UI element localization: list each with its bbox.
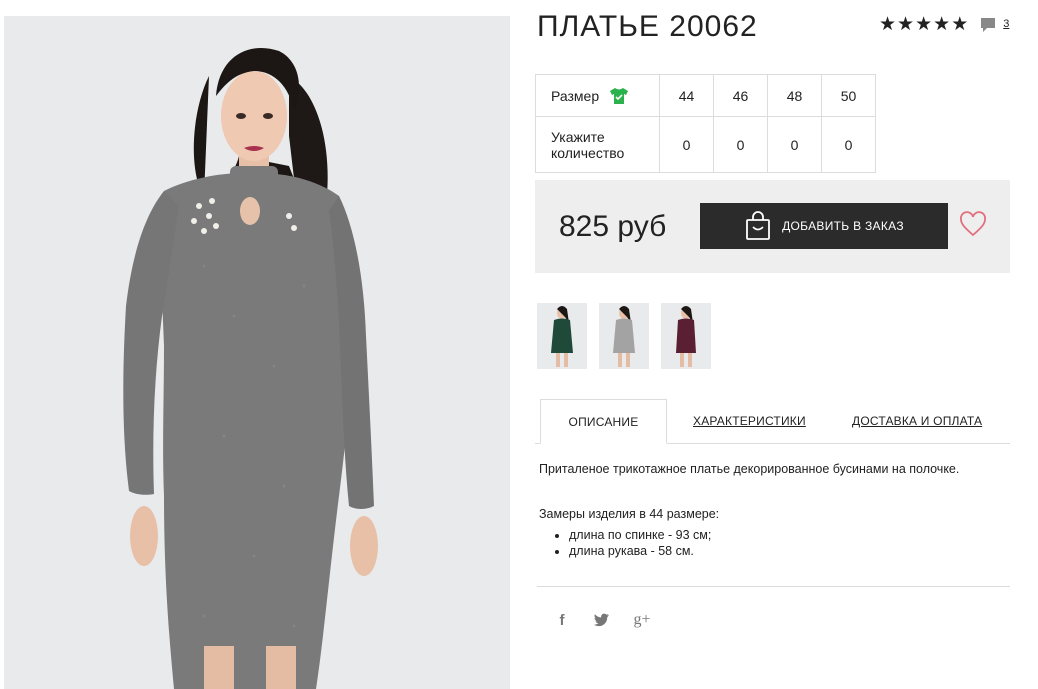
social-share: f g+: [552, 611, 652, 629]
quantity-input[interactable]: 0: [713, 116, 768, 173]
size-label-cell: Размер: [535, 74, 660, 117]
star-icon[interactable]: ★: [915, 15, 932, 35]
thumbnail-green[interactable]: [537, 303, 587, 369]
rating-stars[interactable]: ★ ★ ★ ★ ★: [879, 15, 968, 35]
quantity-label-line2: количество: [551, 144, 625, 161]
main-product-image[interactable]: [4, 16, 510, 689]
thumbnail-burgundy[interactable]: [661, 303, 711, 369]
price-panel: 825 руб ДОБАВИТЬ В ЗАКАЗ: [535, 180, 1010, 273]
size-label: Размер: [551, 87, 600, 104]
color-thumbnails: [537, 303, 711, 369]
measurements-title: Замеры изделия в 44 размере:: [539, 507, 720, 521]
quantity-input[interactable]: 0: [767, 116, 822, 173]
tab-description[interactable]: ОПИСАНИЕ: [540, 399, 667, 444]
add-to-order-button[interactable]: ДОБАВИТЬ В ЗАКАЗ: [700, 203, 948, 249]
quantity-row: Укажите количество 0 0 0 0: [535, 116, 876, 173]
measurements-list: длина по спинке - 93 см; длина рукава - …: [539, 527, 1009, 559]
comment-icon[interactable]: [979, 16, 997, 34]
star-icon[interactable]: ★: [933, 15, 950, 35]
tab-delivery-payment[interactable]: ДОСТАВКА И ОПЛАТА: [852, 399, 982, 443]
size-option[interactable]: 44: [659, 74, 714, 117]
divider: [537, 586, 1010, 587]
size-quantity-table: Размер 44 46 48 50 Укажите количество 0 …: [535, 74, 876, 173]
price: 825 руб: [559, 210, 667, 243]
quantity-label-cell: Укажите количество: [535, 116, 660, 173]
product-title: ПЛАТЬЕ 20062: [537, 10, 758, 43]
star-icon[interactable]: ★: [951, 15, 968, 35]
review-count-link[interactable]: 3: [1003, 18, 1009, 30]
shopping-bag-icon: [746, 211, 771, 240]
info-tabs: ОПИСАНИЕ ХАРАКТЕРИСТИКИ ДОСТАВКА И ОПЛАТ…: [535, 399, 1010, 444]
tab-characteristics[interactable]: ХАРАКТЕРИСТИКИ: [693, 399, 806, 443]
size-option[interactable]: 50: [821, 74, 876, 117]
size-option[interactable]: 46: [713, 74, 768, 117]
google-plus-icon[interactable]: g+: [632, 611, 652, 629]
star-icon[interactable]: ★: [879, 15, 896, 35]
quantity-input[interactable]: 0: [821, 116, 876, 173]
size-option[interactable]: 48: [767, 74, 822, 117]
quantity-input[interactable]: 0: [659, 116, 714, 173]
twitter-icon[interactable]: [594, 613, 610, 627]
rating: ★ ★ ★ ★ ★ 3: [879, 15, 1009, 35]
measurement-item: длина рукава - 58 см.: [569, 543, 1009, 559]
description-panel: Приталеное трикотажное платье декорирова…: [539, 461, 1009, 559]
facebook-icon[interactable]: f: [552, 612, 572, 629]
wishlist-heart-icon[interactable]: [959, 211, 987, 239]
measurement-item: длина по спинке - 93 см;: [569, 527, 1009, 543]
add-to-order-label: ДОБАВИТЬ В ЗАКАЗ: [782, 219, 904, 233]
star-icon[interactable]: ★: [897, 15, 914, 35]
thumbnail-grey[interactable]: [599, 303, 649, 369]
quantity-label-line1: Укажите: [551, 128, 605, 145]
description-text: Приталеное трикотажное платье декорирова…: [539, 462, 960, 476]
size-chart-icon[interactable]: [609, 87, 629, 105]
size-row: Размер 44 46 48 50: [535, 74, 876, 117]
